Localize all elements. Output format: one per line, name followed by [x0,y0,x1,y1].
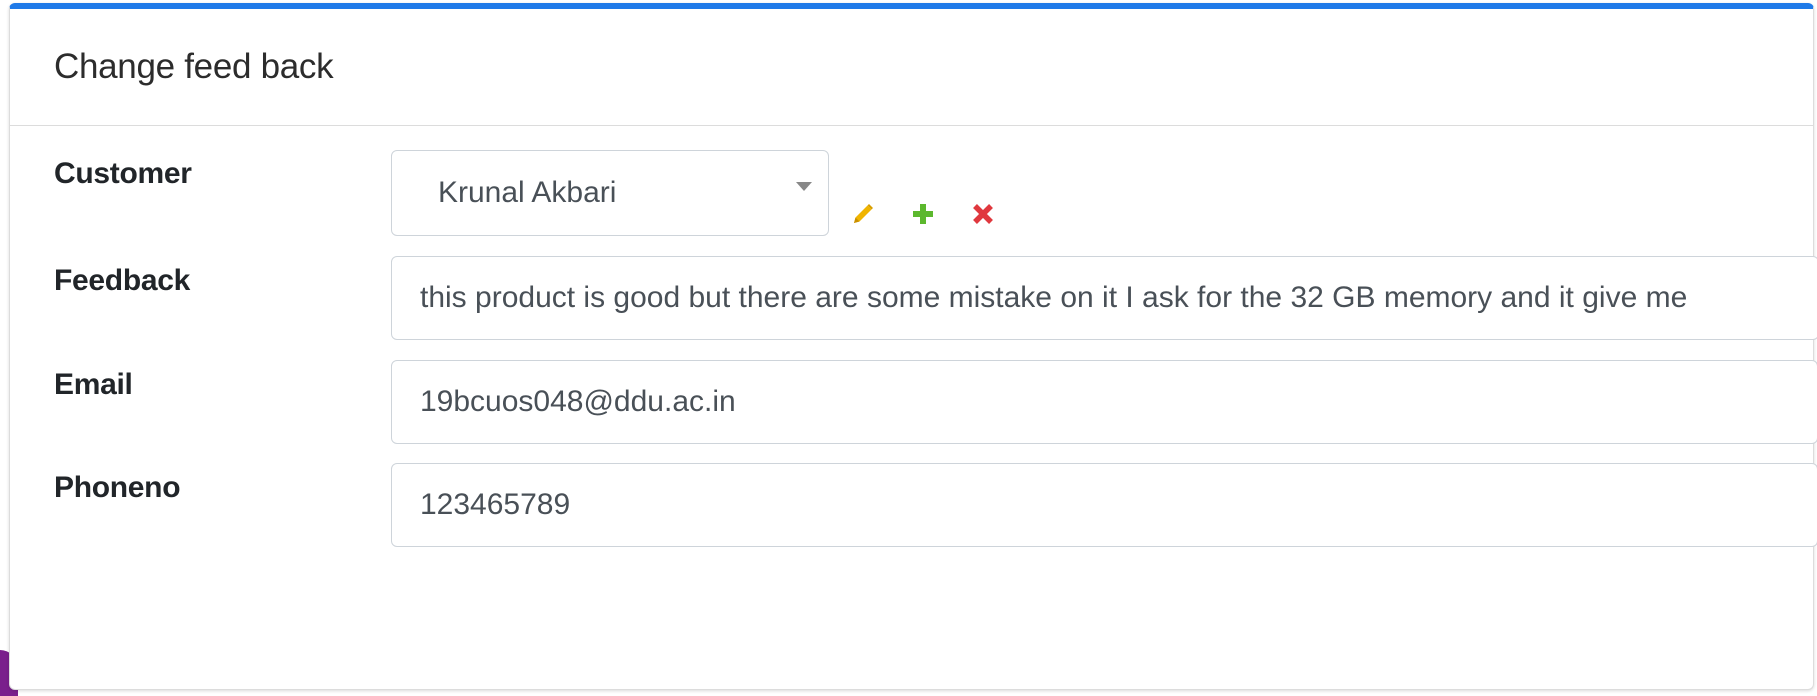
feedback-input[interactable] [391,256,1817,340]
customer-label: Customer [54,157,192,190]
phone-label: Phoneno [54,471,181,504]
pencil-icon[interactable] [845,196,881,232]
plus-icon[interactable] [905,196,941,232]
chevron-down-icon [796,182,812,191]
close-icon[interactable] [965,196,1001,232]
phone-row: Phoneno [54,462,1817,548]
card-header: Change feed back [10,9,1813,126]
change-feedback-card: Change feed back Customer Krunal Akbari [9,3,1817,690]
feedback-row: Feedback [54,256,1817,342]
email-input[interactable] [391,360,1817,444]
customer-select[interactable]: Krunal Akbari [391,150,829,236]
feedback-label: Feedback [54,264,190,297]
customer-row: Customer Krunal Akbari [54,150,1813,240]
customer-selected-value: Krunal Akbari [438,176,617,209]
email-row: Email [54,359,1817,445]
phone-input[interactable] [391,463,1817,547]
page-title: Change feed back [54,47,334,86]
email-label: Email [54,368,133,401]
